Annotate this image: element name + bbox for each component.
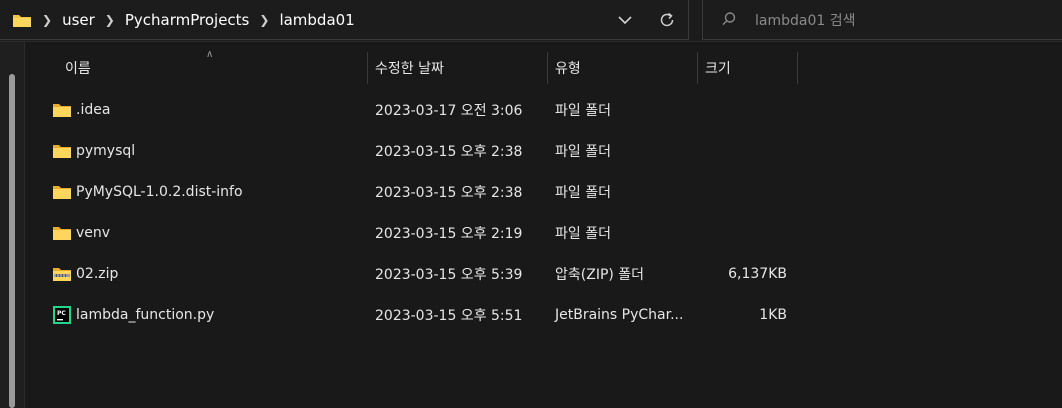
column-header-name[interactable]: 이름 bbox=[65, 50, 365, 86]
file-name: .idea bbox=[76, 102, 111, 118]
breadcrumb: ❯ user ❯ PycharmProjects ❯ lambda01 bbox=[12, 0, 355, 40]
file-size: 1KB bbox=[759, 307, 787, 323]
file-date: 2023-03-15 오후 2:19 bbox=[375, 226, 523, 242]
file-type: 파일 폴더 bbox=[555, 226, 611, 242]
column-header-name-label: 이름 bbox=[65, 61, 91, 77]
chevron-down-icon bbox=[618, 15, 632, 25]
file-size bbox=[705, 131, 787, 171]
file-size bbox=[705, 172, 787, 212]
file-type: 파일 폴더 bbox=[555, 103, 611, 119]
refresh-button[interactable] bbox=[654, 8, 680, 32]
folder-icon bbox=[51, 131, 73, 171]
file-date: 2023-03-15 오후 5:39 bbox=[375, 267, 523, 283]
column-header-date-label: 수정한 날짜 bbox=[375, 61, 444, 77]
column-header-size[interactable]: 크기 bbox=[705, 50, 795, 86]
breadcrumb-item-lambda01[interactable]: lambda01 bbox=[279, 11, 354, 29]
navigation-pane-edge bbox=[0, 42, 25, 408]
file-name: PyMySQL-1.0.2.dist-info bbox=[76, 184, 243, 200]
list-item[interactable]: 02.zip 2023-03-15 오후 5:39 압축(ZIP) 폴더 6,1… bbox=[25, 254, 1062, 294]
search-placeholder: lambda01 검색 bbox=[755, 13, 856, 29]
file-type: JetBrains PyChar... bbox=[555, 307, 684, 323]
file-date: 2023-03-15 오후 5:51 bbox=[375, 308, 523, 324]
chevron-right-icon[interactable]: ❯ bbox=[42, 13, 52, 27]
address-history-button[interactable] bbox=[612, 8, 638, 32]
toolbar-divider bbox=[0, 41, 1062, 42]
list-item[interactable]: PC lambda_function.py 2023-03-15 오후 5:51… bbox=[25, 295, 1062, 335]
refresh-icon bbox=[658, 11, 676, 29]
file-date: 2023-03-15 오후 2:38 bbox=[375, 144, 523, 160]
chevron-right-icon[interactable]: ❯ bbox=[259, 13, 269, 27]
list-item[interactable]: .idea 2023-03-17 오전 3:06 파일 폴더 bbox=[25, 90, 1062, 130]
chevron-right-icon[interactable]: ❯ bbox=[105, 13, 115, 27]
column-divider[interactable] bbox=[367, 52, 368, 84]
column-divider[interactable] bbox=[697, 52, 698, 84]
column-header-type[interactable]: 유형 bbox=[555, 50, 695, 86]
file-name: lambda_function.py bbox=[76, 307, 215, 323]
list-item[interactable]: venv 2023-03-15 오후 2:19 파일 폴더 bbox=[25, 213, 1062, 253]
list-item[interactable]: pymysql 2023-03-15 오후 2:38 파일 폴더 bbox=[25, 131, 1062, 171]
file-type: 압축(ZIP) 폴더 bbox=[555, 267, 645, 283]
list-item[interactable]: PyMySQL-1.0.2.dist-info 2023-03-15 오후 2:… bbox=[25, 172, 1062, 212]
folder-icon bbox=[51, 213, 73, 253]
breadcrumb-item-pycharmprojects[interactable]: PycharmProjects bbox=[125, 11, 250, 29]
search-input[interactable]: lambda01 검색 bbox=[702, 0, 1062, 40]
file-size bbox=[705, 213, 787, 253]
column-divider[interactable] bbox=[547, 52, 548, 84]
column-header-size-label: 크기 bbox=[705, 61, 731, 77]
breadcrumb-item-user[interactable]: user bbox=[62, 11, 95, 29]
column-header-type-label: 유형 bbox=[555, 61, 581, 77]
pycharm-file-icon: PC bbox=[51, 295, 73, 335]
zip-folder-icon bbox=[51, 254, 73, 294]
file-name: 02.zip bbox=[76, 266, 119, 282]
file-name: pymysql bbox=[76, 143, 136, 159]
address-bar[interactable]: ❯ user ❯ PycharmProjects ❯ lambda01 bbox=[0, 0, 689, 40]
scrollbar[interactable] bbox=[9, 74, 15, 408]
column-header: ∧ 이름 수정한 날짜 유형 크기 bbox=[25, 49, 1062, 86]
column-divider[interactable] bbox=[797, 52, 798, 84]
folder-icon bbox=[12, 12, 32, 28]
file-size: 6,137KB bbox=[728, 266, 787, 282]
file-date: 2023-03-17 오전 3:06 bbox=[375, 103, 523, 119]
file-date: 2023-03-15 오후 2:38 bbox=[375, 185, 523, 201]
file-type: 파일 폴더 bbox=[555, 144, 611, 160]
folder-icon bbox=[51, 90, 73, 130]
file-type: 파일 폴더 bbox=[555, 185, 611, 201]
column-header-date[interactable]: 수정한 날짜 bbox=[375, 50, 545, 86]
explorer-toolbar: ❯ user ❯ PycharmProjects ❯ lambda01 lamb… bbox=[0, 0, 1062, 42]
file-name: venv bbox=[76, 225, 111, 241]
file-size bbox=[705, 90, 787, 130]
search-icon bbox=[721, 11, 737, 27]
svg-text:PC: PC bbox=[57, 310, 66, 317]
folder-icon bbox=[51, 172, 73, 212]
